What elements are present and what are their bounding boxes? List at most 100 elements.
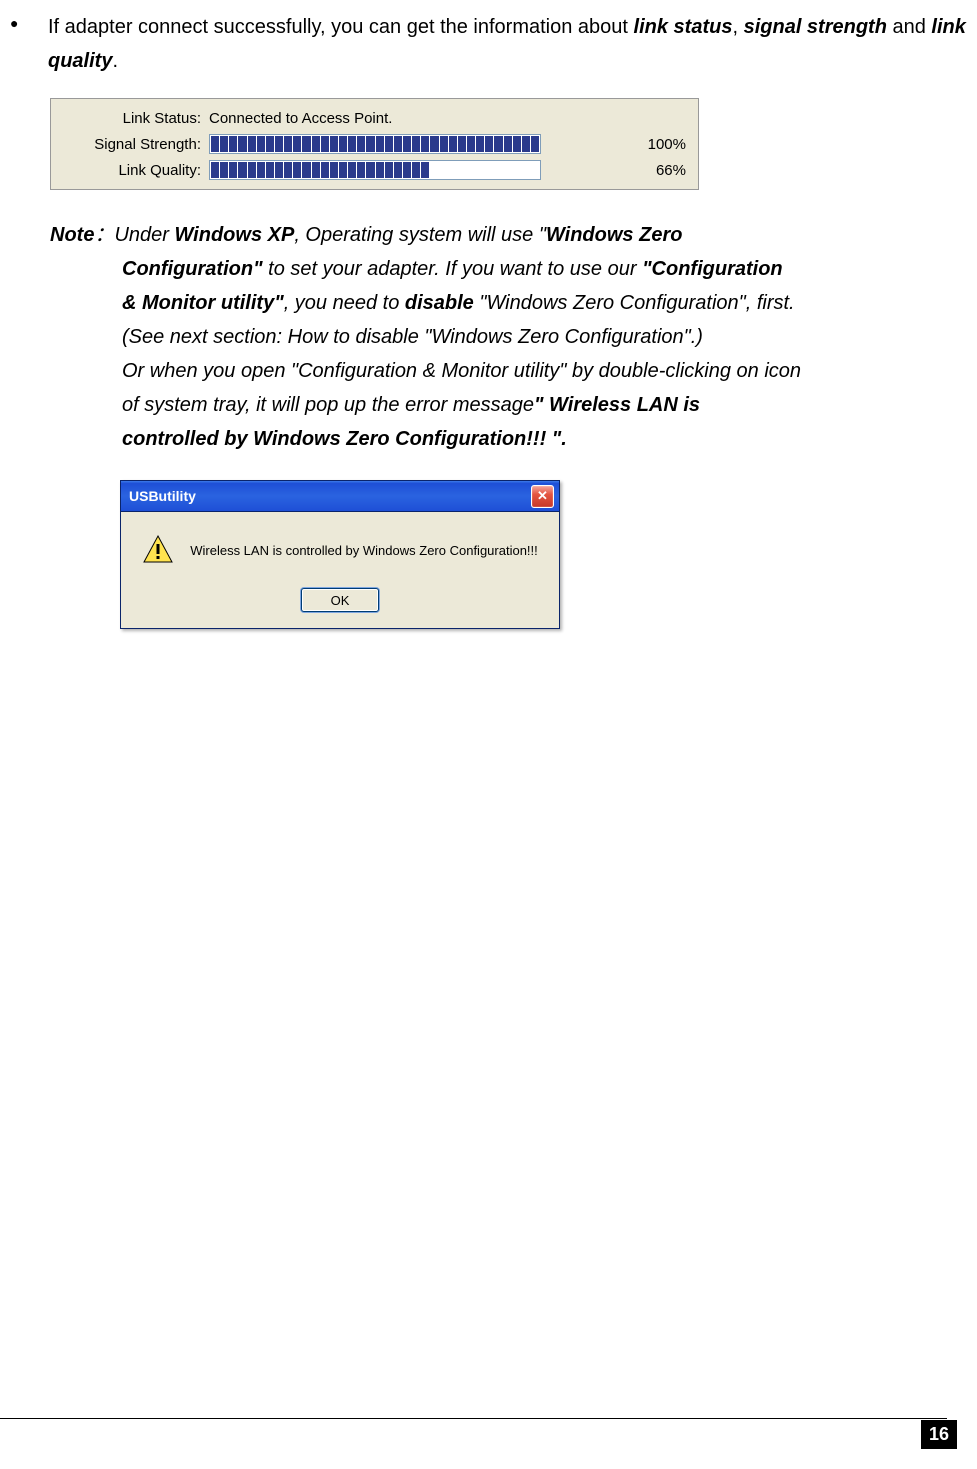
bar-segment: [412, 136, 420, 152]
bar-segment: [257, 136, 265, 152]
bar-segment: [211, 136, 219, 152]
text: "Windows Zero Configuration", first.: [474, 292, 795, 314]
bar-segment: [229, 136, 237, 152]
bar-segment: [312, 136, 320, 152]
dialog-window: USButility ✕ Wireless LAN is controlled …: [120, 480, 560, 629]
text-bold-italic: signal strength: [744, 16, 887, 38]
bar-segment: [275, 162, 283, 178]
bar-segment: [366, 162, 374, 178]
bar-segment: [284, 136, 292, 152]
bar-segment: [275, 136, 283, 152]
bar-segment: [531, 162, 539, 178]
link-quality-bar: [209, 160, 541, 180]
bar-segment: [467, 162, 475, 178]
bullet-text: If adapter connect successfully, you can…: [48, 10, 967, 78]
dialog-message: Wireless LAN is controlled by Windows Ze…: [190, 543, 538, 558]
link-status-value: Connected to Access Point.: [209, 110, 626, 127]
bar-segment: [458, 162, 466, 178]
warning-icon: [142, 534, 174, 566]
text: and: [887, 16, 931, 38]
bar-segment: [385, 136, 393, 152]
signal-strength-percent: 100%: [626, 136, 686, 153]
text-bold: "Configuration: [642, 258, 783, 280]
bar-segment: [522, 162, 530, 178]
bar-segment: [485, 136, 493, 152]
text: of system tray, it will pop up the error…: [122, 394, 534, 416]
text: to set your adapter. If you want to use …: [263, 258, 642, 280]
bar-segment: [211, 162, 219, 178]
bar-segment: [403, 162, 411, 178]
text: ,: [732, 16, 743, 38]
bar-segment: [394, 136, 402, 152]
bar-segment: [321, 136, 329, 152]
bar-segment: [494, 136, 502, 152]
bar-segment: [293, 136, 301, 152]
bar-segment: [238, 136, 246, 152]
bar-segment: [357, 136, 365, 152]
page-footer: 16: [921, 1420, 957, 1449]
bar-segment: [238, 162, 246, 178]
bar-segment: [467, 136, 475, 152]
bullet-item: ● If adapter connect successfully, you c…: [10, 10, 967, 78]
bar-segment: [339, 162, 347, 178]
bar-segment: [248, 162, 256, 178]
bar-segment: [293, 162, 301, 178]
bar-segment: [366, 136, 374, 152]
text-bold: Configuration": [122, 258, 263, 280]
bar-segment: [330, 162, 338, 178]
bar-segment: [348, 136, 356, 152]
note-indent: Configuration" to set your adapter. If y…: [50, 252, 967, 456]
text-bold-italic: link status: [634, 16, 733, 38]
bar-segment: [357, 162, 365, 178]
text-bold: disable: [405, 292, 474, 314]
bar-segment: [339, 136, 347, 152]
bar-segment: [494, 162, 502, 178]
link-quality-bar-container: [209, 160, 626, 180]
bar-segment: [522, 136, 530, 152]
bar-segment: [513, 162, 521, 178]
bar-segment: [485, 162, 493, 178]
text-bold: " Wireless LAN is: [534, 394, 700, 416]
link-status-label: Link Status:: [63, 110, 209, 127]
signal-strength-label: Signal Strength:: [63, 136, 209, 153]
dialog-title: USButility: [129, 488, 531, 504]
signal-strength-bar: [209, 134, 541, 154]
note-colon: ：: [94, 224, 114, 246]
bar-segment: [531, 136, 539, 152]
bar-segment: [330, 136, 338, 152]
text: , Operating system will use ": [294, 224, 546, 246]
bar-segment: [412, 162, 420, 178]
close-icon: ✕: [537, 488, 548, 504]
text-bold: Windows XP: [174, 224, 294, 246]
text: .: [112, 50, 118, 72]
bar-segment: [394, 162, 402, 178]
link-quality-percent: 66%: [626, 162, 686, 179]
bar-segment: [449, 162, 457, 178]
bar-segment: [376, 136, 384, 152]
status-panel: Link Status: Connected to Access Point. …: [50, 98, 699, 190]
bar-segment: [284, 162, 292, 178]
bar-segment: [449, 136, 457, 152]
bar-segment: [348, 162, 356, 178]
text: (See next section: How to disable "Windo…: [122, 326, 703, 348]
link-status-row: Link Status: Connected to Access Point.: [63, 105, 686, 131]
link-quality-row: Link Quality: 66%: [63, 157, 686, 183]
bar-segment: [504, 162, 512, 178]
bar-segment: [229, 162, 237, 178]
bar-segment: [376, 162, 384, 178]
bar-segment: [257, 162, 265, 178]
bar-segment: [403, 136, 411, 152]
text: If adapter connect successfully, you can…: [48, 16, 634, 38]
close-button[interactable]: ✕: [531, 485, 554, 508]
bar-segment: [440, 162, 448, 178]
text-bold: & Monitor utility": [122, 292, 284, 314]
note-block: Note：Under Windows XP, Operating system …: [10, 218, 967, 456]
bar-segment: [421, 162, 429, 178]
text: , you need to: [284, 292, 405, 314]
ok-button[interactable]: OK: [301, 588, 379, 612]
dialog-screenshot: USButility ✕ Wireless LAN is controlled …: [120, 480, 560, 629]
bar-segment: [421, 136, 429, 152]
bar-segment: [440, 136, 448, 152]
bar-segment: [312, 162, 320, 178]
footer-line: [0, 1418, 947, 1419]
